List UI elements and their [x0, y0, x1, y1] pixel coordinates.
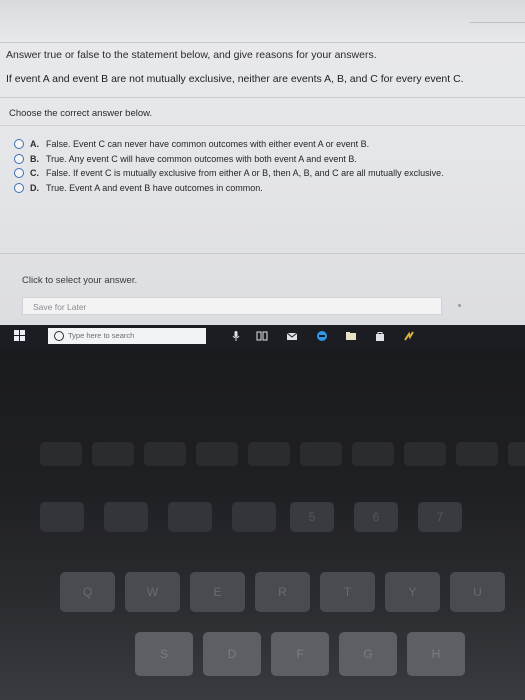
- option-a[interactable]: A. False. Event C can never have common …: [14, 137, 444, 152]
- option-b[interactable]: B. True. Any event C will have common ou…: [14, 152, 444, 167]
- keyboard-key: [168, 502, 212, 532]
- click-message: Click to select your answer.: [22, 275, 138, 286]
- choose-label: Choose the correct answer below.: [9, 108, 153, 119]
- keyboard-key: [144, 442, 186, 466]
- radio-button-icon[interactable]: [14, 182, 24, 193]
- edge-icon[interactable]: [316, 330, 328, 342]
- keyboard-key: [40, 502, 84, 532]
- option-text[interactable]: True. Any event C will have common outco…: [46, 154, 357, 164]
- keyboard-key-6: 6: [354, 502, 398, 532]
- keyboard-key: [456, 442, 498, 466]
- top-strip: [0, 0, 525, 42]
- keyboard-key: [104, 502, 148, 532]
- file-explorer-icon[interactable]: [345, 330, 357, 342]
- question-header: Answer true or false to the statement be…: [0, 42, 525, 98]
- radio-button-icon[interactable]: [14, 139, 24, 150]
- option-d[interactable]: D. True. Event A and event B have outcom…: [14, 181, 444, 196]
- cortana-icon: [54, 331, 64, 341]
- option-text[interactable]: False. Event C can never have common out…: [46, 139, 369, 149]
- divider: [0, 253, 525, 254]
- keyboard-key: [352, 442, 394, 466]
- answer-options: A. False. Event C can never have common …: [14, 137, 444, 195]
- arrow-app-icon[interactable]: [403, 330, 415, 342]
- microphone-icon[interactable]: [232, 330, 240, 342]
- keyboard-key-w: W: [125, 572, 180, 612]
- keyboard-key-5: 5: [290, 502, 334, 532]
- option-c[interactable]: C. False. If event C is mutually exclusi…: [14, 166, 444, 181]
- windows-start-icon[interactable]: [14, 330, 26, 342]
- divider: [0, 125, 525, 126]
- keyboard-key: [40, 442, 82, 466]
- option-letter: A.: [30, 139, 39, 150]
- keyboard-key-u: U: [450, 572, 505, 612]
- radio-button-icon[interactable]: [14, 153, 24, 164]
- keyboard-key-t: T: [320, 572, 375, 612]
- mail-icon[interactable]: [286, 330, 298, 342]
- keyboard-key-h: H: [407, 632, 465, 676]
- option-text[interactable]: False. If event C is mutually exclusive …: [46, 168, 444, 178]
- keyboard-key-d: D: [203, 632, 261, 676]
- keyboard-key: [508, 442, 525, 466]
- keyboard-area: 567 QWERTYU SDFGH: [0, 347, 525, 700]
- keyboard-key: [248, 442, 290, 466]
- keyboard-key-f: F: [271, 632, 329, 676]
- divider: [470, 22, 525, 23]
- option-letter: C.: [30, 168, 39, 179]
- option-text[interactable]: True. Event A and event B have outcomes …: [46, 183, 263, 193]
- windows-taskbar: Type here to search: [0, 325, 525, 347]
- search-placeholder: Type here to search: [68, 331, 135, 340]
- keyboard-key-g: G: [339, 632, 397, 676]
- taskbar-search-box[interactable]: Type here to search: [48, 328, 206, 344]
- keyboard-key-r: R: [255, 572, 310, 612]
- keyboard-key-s: S: [135, 632, 193, 676]
- keyboard-key: [232, 502, 276, 532]
- radio-button-icon[interactable]: [14, 168, 24, 179]
- keyboard-key-q: Q: [60, 572, 115, 612]
- keyboard-key: [404, 442, 446, 466]
- keyboard-key-y: Y: [385, 572, 440, 612]
- keyboard-key: [196, 442, 238, 466]
- option-letter: B.: [30, 153, 39, 164]
- question-instruction: Answer true or false to the statement be…: [6, 49, 377, 61]
- keyboard-key-7: 7: [418, 502, 462, 532]
- task-view-icon[interactable]: [256, 330, 268, 342]
- option-letter: D.: [30, 182, 39, 193]
- status-dot: [458, 304, 461, 307]
- keyboard-key: [300, 442, 342, 466]
- save-for-later-button[interactable]: Save for Later: [22, 297, 442, 315]
- keyboard-key: [92, 442, 134, 466]
- browser-screen: Answer true or false to the statement be…: [0, 0, 525, 325]
- keyboard-key-e: E: [190, 572, 245, 612]
- question-statement: If event A and event B are not mutually …: [6, 73, 464, 85]
- store-icon[interactable]: [374, 330, 386, 342]
